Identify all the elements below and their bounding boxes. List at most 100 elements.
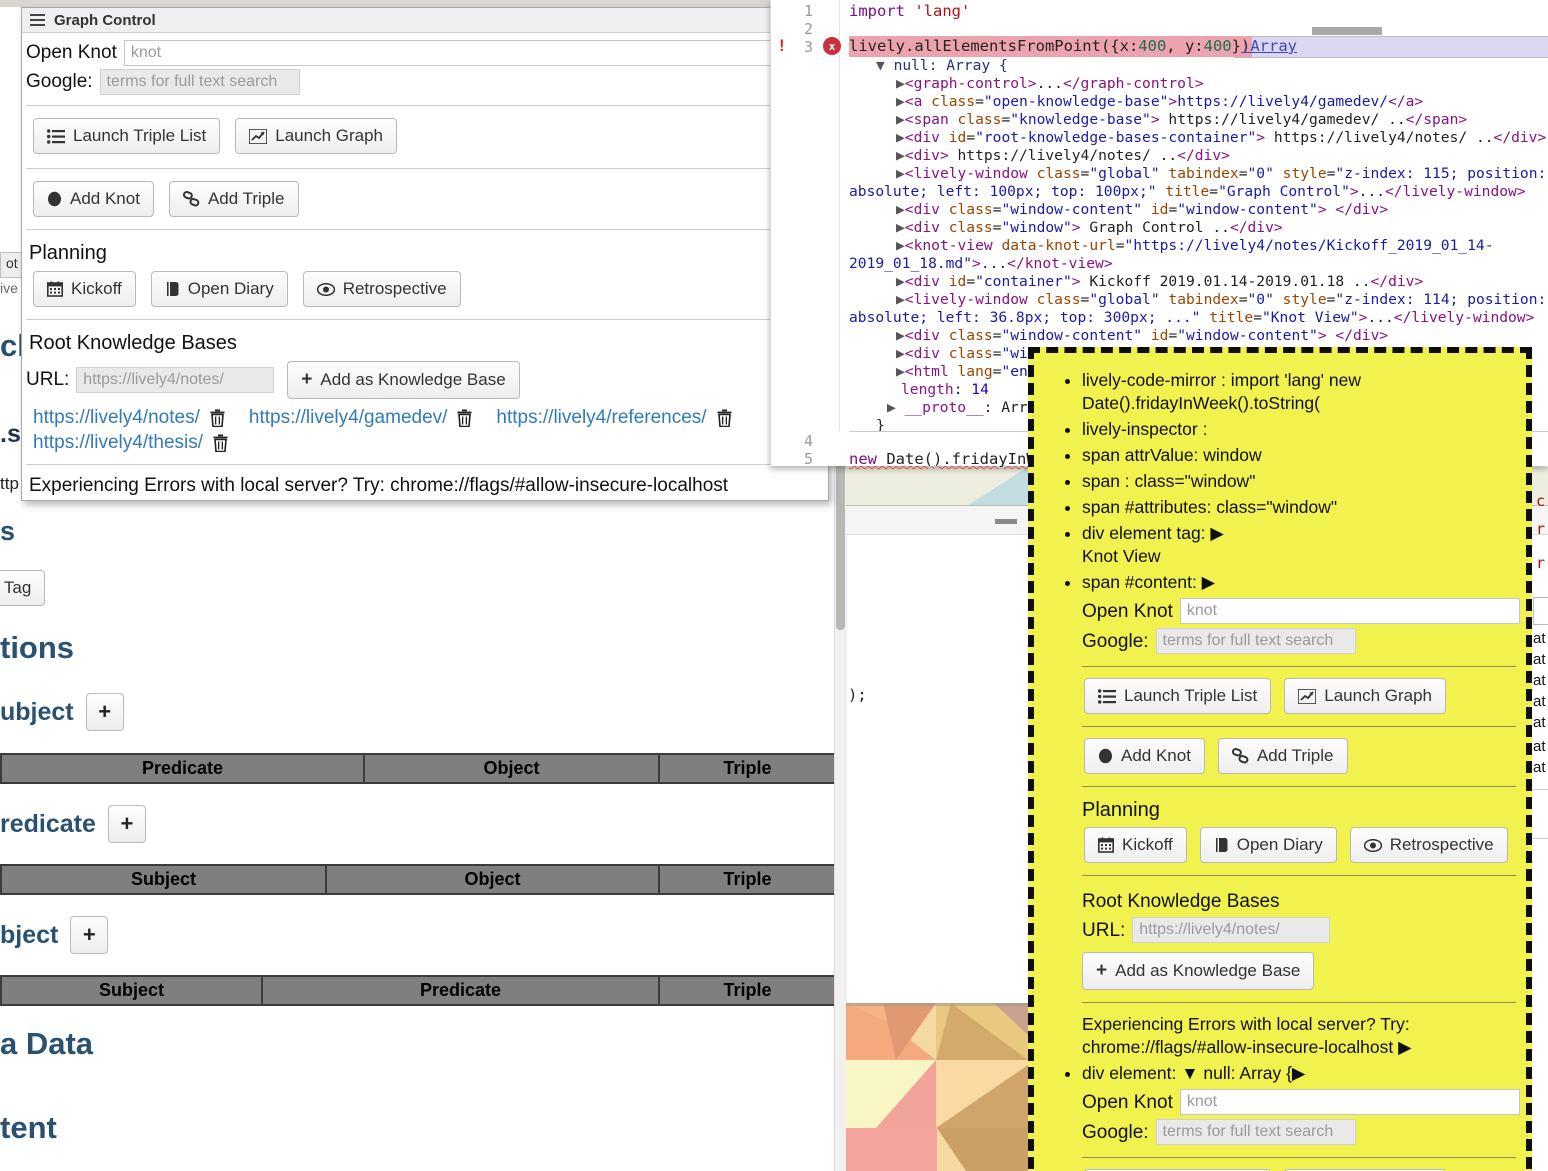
- tree-node[interactable]: ▶<div id="root-knowledge-bases-container…: [849, 129, 1547, 147]
- knowledge-base-item: https://lively4/thesis/: [33, 432, 228, 454]
- kickoff-button[interactable]: Kickoff: [33, 271, 136, 307]
- relations-heading: tions: [0, 630, 74, 666]
- subject-predicate-table: Subject Predicate Triple: [0, 975, 837, 1006]
- occluded-text-fragment: at: [1533, 630, 1546, 647]
- bullet-code-mirror[interactable]: lively-code-mirror : import 'lang' new D…: [1082, 369, 1516, 415]
- eye-icon: [1364, 839, 1382, 852]
- google-search-input[interactable]: [1156, 628, 1356, 654]
- occluded-text-fragment: at: [1533, 693, 1546, 710]
- open-knot-input[interactable]: [1180, 598, 1520, 624]
- launch-triple-list-button[interactable]: Launch Triple List: [1084, 678, 1271, 714]
- tree-node[interactable]: ▼ null: Array {: [849, 57, 1547, 75]
- add-knot-button[interactable]: Add Knot: [33, 181, 154, 217]
- tree-node[interactable]: ▶<div id="container"> Kickoff 2019.01.14…: [849, 273, 1547, 291]
- google-search-input[interactable]: [100, 69, 300, 95]
- knowledge-base-url-input[interactable]: [1132, 917, 1330, 943]
- trash-icon[interactable]: [457, 409, 472, 427]
- local-server-hint: Experiencing Errors with local server? T…: [1082, 1013, 1516, 1059]
- code-fragment-close-paren: );: [848, 686, 867, 704]
- line-chart-icon: [1298, 689, 1316, 704]
- expand-arrow-icon[interactable]: ▶: [1398, 1037, 1411, 1057]
- add-tag-button[interactable]: d Tag: [0, 570, 45, 606]
- launch-triple-list-button[interactable]: Launch Triple List: [33, 118, 220, 154]
- window-titlebar[interactable]: Graph Control: [22, 8, 828, 33]
- google-search-input[interactable]: [1156, 1119, 1356, 1145]
- open-knot-input[interactable]: [124, 40, 824, 66]
- open-knot-input[interactable]: [1180, 1089, 1520, 1115]
- bullet-span-attributes[interactable]: span #attributes: class="window": [1082, 496, 1516, 519]
- tree-node[interactable]: ▶<span class="knowledge-base"> https://l…: [849, 111, 1547, 129]
- meta-data-heading: a Data: [0, 1026, 93, 1062]
- tree-node[interactable]: ▶<div class="window"> Graph Control ..</…: [849, 219, 1547, 237]
- tree-node[interactable]: ▶<graph-control>...</graph-control>: [849, 75, 1547, 93]
- url-label: URL:: [26, 369, 69, 391]
- launch-graph-button[interactable]: Launch Graph: [1284, 678, 1446, 714]
- knowledge-base-link[interactable]: https://lively4/thesis/: [33, 432, 203, 454]
- bullet-attr-value[interactable]: span attrValue: window: [1082, 444, 1516, 467]
- add-as-knowledge-base-button[interactable]: + Add as Knowledge Base: [1082, 952, 1314, 990]
- google-label: Google:: [1082, 1121, 1149, 1144]
- add-predicate-button[interactable]: +: [108, 805, 146, 843]
- open-diary-button[interactable]: Open Diary: [1200, 827, 1337, 863]
- divider: [26, 229, 820, 230]
- bullet-div-element[interactable]: div element: ▼ null: Array {▶ Open Knot …: [1082, 1062, 1516, 1171]
- trash-icon[interactable]: [210, 409, 225, 427]
- code-line-5: new Date().fridayInW: [849, 450, 1036, 468]
- add-knot-button[interactable]: Add Knot: [1084, 738, 1205, 774]
- bullet-div-tag[interactable]: div element tag: ▶ Knot View: [1082, 522, 1516, 568]
- tree-node[interactable]: ▶<div class="window-content" id="window-…: [849, 327, 1547, 345]
- tree-node[interactable]: ▶<div class="window-content" id="window-…: [849, 201, 1547, 219]
- window-menu-icon[interactable]: [30, 14, 45, 26]
- tree-node[interactable]: ▶<lively-window class="global" tabindex=…: [849, 291, 1547, 327]
- knowledge-base-link-list: https://lively4/notes/ https://lively4/g…: [33, 407, 778, 454]
- occluded-code-fragment: r: [1536, 520, 1545, 538]
- occluded-heading-kickoff: ck: [0, 328, 21, 364]
- tree-node[interactable]: ▶<lively-window class="global" tabindex=…: [849, 165, 1547, 201]
- root-knowledge-bases-heading: Root Knowledge Bases: [1082, 890, 1516, 913]
- tree-node[interactable]: ▶<div> https://lively4/notes/ ..</div>: [849, 147, 1547, 165]
- occluded-text-fragment: at: [1533, 714, 1546, 731]
- google-label: Google:: [26, 71, 93, 93]
- divider: [1082, 1157, 1516, 1158]
- add-object-button[interactable]: +: [70, 916, 108, 954]
- planning-heading: Planning: [29, 242, 820, 265]
- knowledge-base-link[interactable]: https://lively4/references/: [496, 407, 706, 429]
- error-highlight: lively.allElementsFromPoint({x:400, y:40…: [849, 36, 1252, 57]
- kickoff-button[interactable]: Kickoff: [1084, 827, 1187, 863]
- url-label: URL:: [1082, 919, 1125, 942]
- add-subject-button[interactable]: +: [86, 693, 124, 731]
- bullet-inspector[interactable]: lively-inspector :: [1082, 418, 1516, 441]
- retrospective-button[interactable]: Retrospective: [303, 271, 461, 307]
- add-triple-button[interactable]: Add Triple: [1218, 738, 1348, 774]
- add-as-knowledge-base-button[interactable]: + Add as Knowledge Base: [287, 361, 519, 399]
- minimize-icon[interactable]: [995, 519, 1017, 524]
- knowledge-base-link[interactable]: https://lively4/notes/: [33, 407, 200, 429]
- bullet-span-content[interactable]: span #content: ▶ Open Knot Google:: [1082, 571, 1516, 1059]
- scroll-fragment: [1312, 27, 1382, 35]
- launch-graph-button[interactable]: Launch Graph: [235, 118, 397, 154]
- calendar-icon: [1098, 837, 1114, 853]
- divider: [1082, 666, 1516, 667]
- open-diary-button[interactable]: Open Diary: [151, 271, 288, 307]
- tree-node[interactable]: ▶<a class="open-knowledge-base">https://…: [849, 93, 1547, 111]
- list-icon: [1098, 689, 1116, 704]
- line-number: 4: [771, 432, 813, 450]
- add-triple-button[interactable]: Add Triple: [169, 181, 299, 217]
- knowledge-base-url-input[interactable]: [76, 367, 274, 393]
- knowledge-base-link[interactable]: https://lively4/gamedev/: [249, 407, 448, 429]
- book-icon: [165, 281, 180, 297]
- plus-icon: +: [301, 369, 312, 391]
- calendar-icon: [47, 281, 63, 297]
- retrospective-button[interactable]: Retrospective: [1350, 827, 1508, 863]
- trash-icon[interactable]: [717, 409, 732, 427]
- line-number: 3: [771, 38, 813, 56]
- tree-node[interactable]: ▶<knot-view data-knot-url="https://livel…: [849, 237, 1547, 273]
- array-annotation-link[interactable]: :Array: [1241, 37, 1297, 55]
- window-title: Graph Control: [54, 12, 156, 29]
- desktop-background-strip: [0, 0, 770, 7]
- line-number: 1: [771, 2, 813, 20]
- bullet-span-class[interactable]: span : class="window": [1082, 470, 1516, 493]
- error-badge-icon[interactable]: x: [823, 37, 841, 55]
- table-header-cell: Predicate: [263, 977, 660, 1004]
- trash-icon[interactable]: [213, 434, 228, 452]
